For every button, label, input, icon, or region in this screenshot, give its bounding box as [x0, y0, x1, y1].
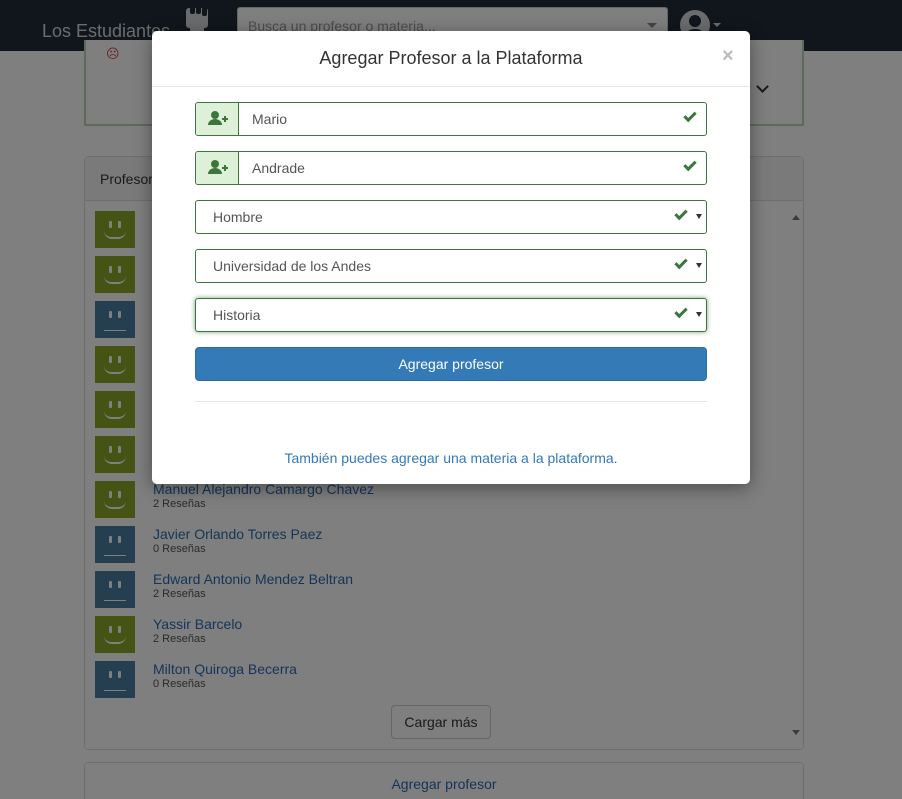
- gender-select[interactable]: Hombre: [195, 200, 707, 234]
- add-professor-button[interactable]: Agregar profesor: [195, 347, 707, 381]
- dropdown-arrow-icon[interactable]: [696, 263, 702, 268]
- check-icon: [683, 108, 697, 123]
- check-icon: [674, 304, 688, 319]
- first-name-field[interactable]: Mario: [195, 102, 707, 136]
- divider: [152, 86, 750, 87]
- last-name-value: Andrade: [252, 160, 305, 176]
- university-value: Universidad de los Andes: [213, 258, 371, 274]
- check-icon: [674, 206, 688, 221]
- user-plus-icon: [208, 111, 228, 125]
- user-plus-icon: [208, 160, 228, 174]
- add-subject-link[interactable]: También puedes agregar una materia a la …: [152, 450, 750, 466]
- gender-value: Hombre: [213, 209, 263, 225]
- check-icon: [674, 255, 688, 270]
- divider: [195, 401, 707, 402]
- university-select[interactable]: Universidad de los Andes: [195, 249, 707, 283]
- department-value: Historia: [213, 307, 261, 323]
- last-name-field[interactable]: Andrade: [195, 151, 707, 185]
- add-user-icon: [196, 152, 239, 184]
- dropdown-arrow-icon[interactable]: [696, 312, 702, 317]
- modal-title: Agregar Profesor a la Plataforma: [319, 48, 583, 68]
- close-icon[interactable]: ×: [722, 45, 734, 68]
- add-user-icon: [196, 103, 239, 135]
- add-professor-modal: Agregar Profesor a la Plataforma × Mario…: [152, 31, 750, 484]
- first-name-value: Mario: [252, 111, 288, 127]
- department-select[interactable]: Historia: [195, 298, 707, 332]
- dropdown-arrow-icon[interactable]: [696, 214, 702, 219]
- check-icon: [683, 157, 697, 172]
